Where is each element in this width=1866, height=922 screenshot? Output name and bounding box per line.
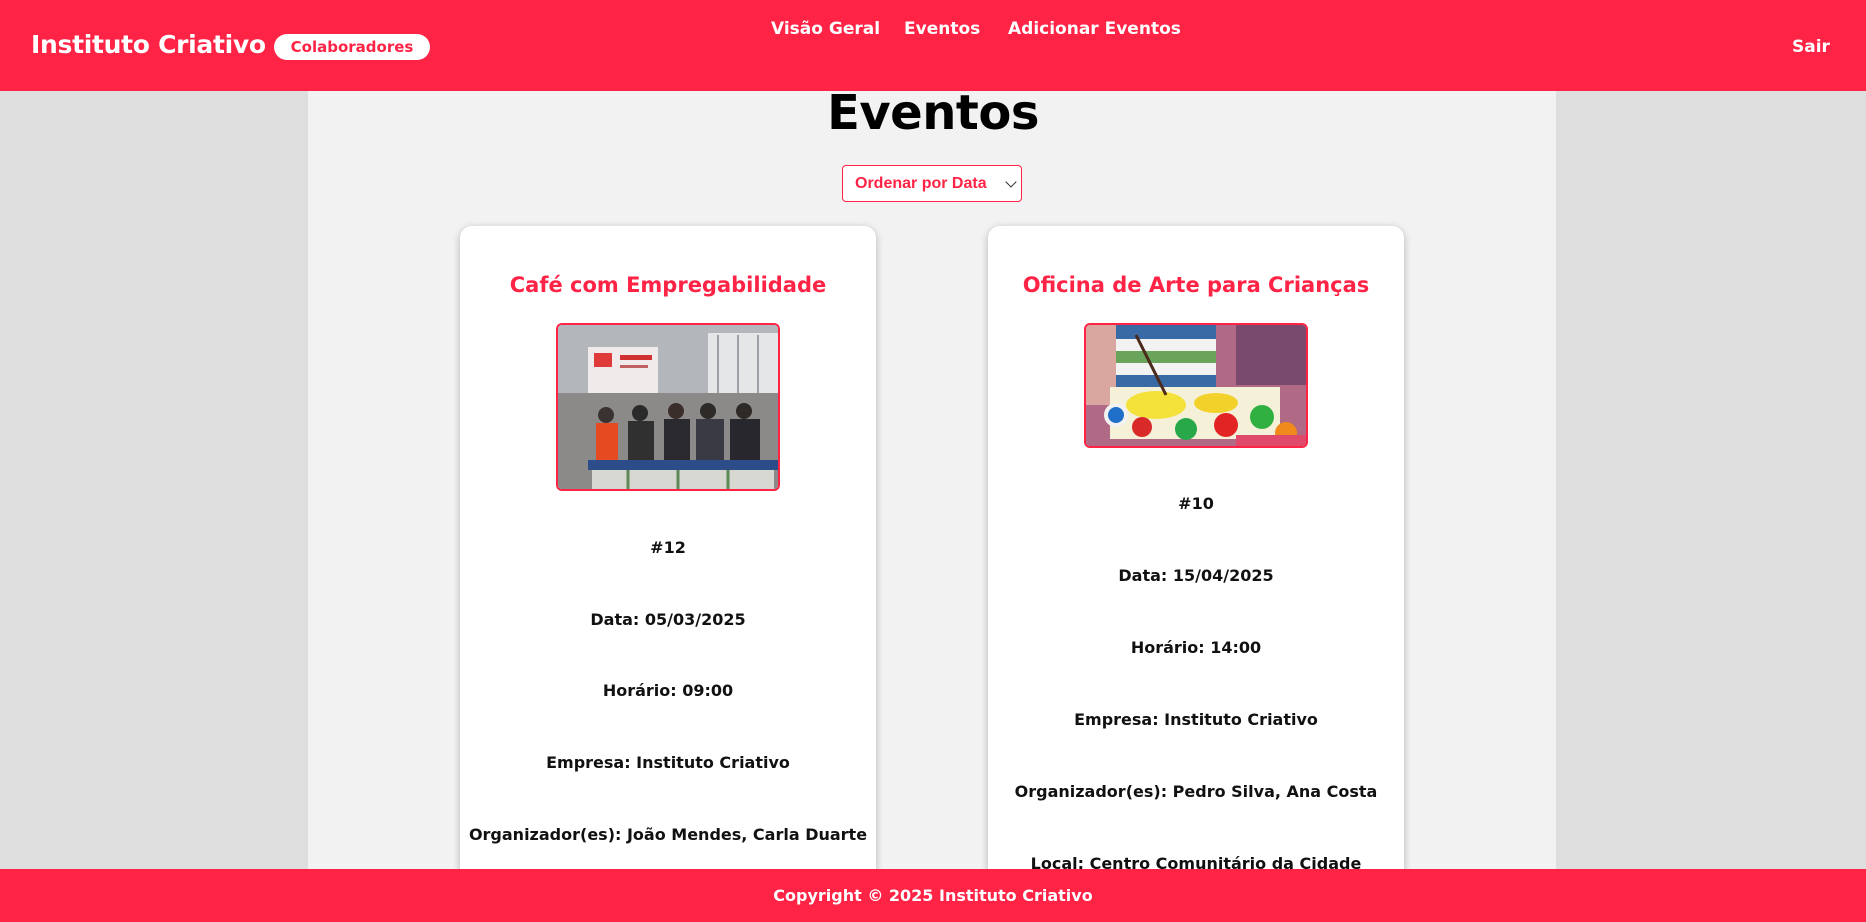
event-time: Horário: 09:00 [602, 681, 734, 700]
event-company: Empresa: Instituto Criativo [1074, 710, 1318, 729]
event-id: #10 [1178, 494, 1214, 513]
footer: Copyright © 2025 Instituto Criativo [0, 869, 1866, 922]
footer-copyright: Copyright © 2025 Instituto Criativo [773, 886, 1093, 905]
event-date: Data: 05/03/2025 [590, 610, 746, 629]
event-organizers: Organizador(es): Pedro Silva, Ana Costa [1014, 782, 1378, 801]
nav-link-add-events[interactable]: Adicionar Eventos [1008, 19, 1181, 39]
role-badge: Colaboradores [274, 34, 430, 60]
sort-select[interactable]: Ordenar por Data [842, 165, 1022, 202]
brand-logo-text[interactable]: Instituto Criativo [31, 30, 266, 59]
event-time: Horário: 14:00 [1130, 638, 1262, 657]
event-image [1084, 323, 1308, 448]
page-title: Eventos [827, 85, 1039, 141]
event-image [556, 323, 780, 491]
event-date: Data: 15/04/2025 [1118, 566, 1274, 585]
event-card: Oficina de Arte para Crianças #10 Data: [988, 226, 1404, 886]
chevron-down-icon [1005, 176, 1017, 188]
event-company: Empresa: Instituto Criativo [546, 753, 790, 772]
event-title: Oficina de Arte para Crianças [1022, 273, 1370, 297]
nav-link-events[interactable]: Eventos [904, 19, 980, 39]
top-navbar: Instituto Criativo Colaboradores Visão G… [0, 0, 1866, 91]
sort-select-value: Ordenar por Data [855, 174, 987, 192]
event-title: Café com Empregabilidade [509, 273, 827, 297]
event-id: #12 [650, 538, 686, 557]
event-card: Café com Empregabilidade #12 Data: 05/03… [460, 226, 876, 886]
event-organizers: Organizador(es): João Mendes, Carla Duar… [468, 825, 868, 844]
nav-link-overview[interactable]: Visão Geral [771, 19, 880, 39]
logout-link[interactable]: Sair [1792, 37, 1830, 57]
